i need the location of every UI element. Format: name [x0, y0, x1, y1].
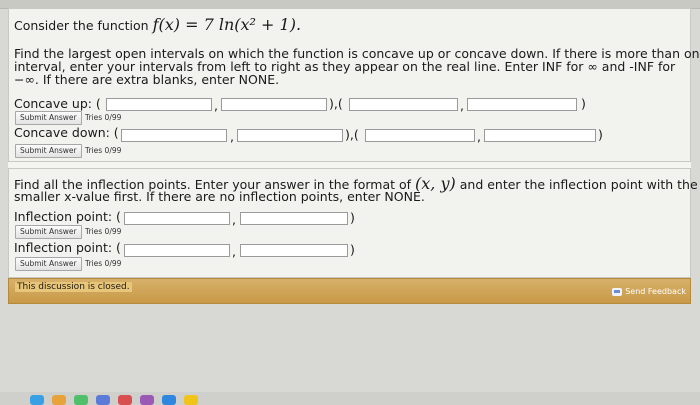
tries-counter: Tries 0/99 — [85, 113, 122, 122]
concave-down-label: Concave down: ( — [14, 125, 119, 140]
inflection-point1-x-input[interactable] — [124, 212, 230, 225]
app-icon[interactable] — [162, 395, 176, 405]
app-icon[interactable] — [74, 395, 88, 405]
comma: , — [460, 98, 464, 113]
app-icon[interactable] — [52, 395, 66, 405]
instruction-line-3: −∞. If there are extra blanks, enter NON… — [14, 72, 280, 87]
concave-down-interval2-start-input[interactable] — [365, 129, 475, 142]
app-icon[interactable] — [140, 395, 154, 405]
feedback-icon — [612, 287, 623, 296]
discussion-closed-text: This discussion is closed. — [15, 282, 132, 292]
submit-answer-button[interactable]: Submit Answer — [15, 225, 82, 239]
interval-separator: ),( — [329, 96, 343, 111]
concave-up-interval2-start-input[interactable] — [349, 98, 458, 111]
question-intro: Consider the function f(x) = 7 ln(x² + 1… — [14, 15, 301, 34]
dock-strip — [0, 392, 700, 405]
app-icon[interactable] — [96, 395, 110, 405]
comma: , — [477, 129, 481, 144]
concave-down-interval2-end-input[interactable] — [484, 129, 596, 142]
inflection-point2-x-input[interactable] — [124, 244, 230, 257]
concave-down-interval1-start-input[interactable] — [121, 129, 227, 142]
close-paren: ) — [581, 96, 586, 111]
inflection-point-label: Inflection point: ( — [14, 209, 121, 224]
inflection-point1-y-input[interactable] — [240, 212, 348, 225]
close-paren: ) — [350, 210, 355, 225]
instruction-text: and enter the inflection point with the — [459, 177, 698, 192]
app-icon[interactable] — [184, 395, 198, 405]
submit-answer-button[interactable]: Submit Answer — [15, 111, 82, 125]
close-paren: ) — [350, 242, 355, 257]
comma: , — [232, 212, 236, 227]
intro-text: Consider the function — [14, 18, 149, 33]
interval-separator: ),( — [345, 127, 359, 142]
submit-answer-button[interactable]: Submit Answer — [15, 144, 82, 158]
comma: , — [232, 244, 236, 259]
close-paren: ) — [598, 127, 603, 142]
comma: , — [214, 98, 218, 113]
send-feedback-link[interactable]: Send Feedback — [612, 287, 686, 296]
tries-counter: Tries 0/99 — [85, 146, 122, 155]
function-expression: f(x) = 7 ln(x² + 1). — [152, 15, 302, 34]
question-inflection: Find all the inflection points. Enter yo… — [8, 168, 698, 278]
inflection-point-label: Inflection point: ( — [14, 240, 121, 255]
concave-up-interval1-start-input[interactable] — [106, 98, 212, 111]
app-icon[interactable] — [30, 395, 44, 405]
tries-counter: Tries 0/99 — [85, 227, 122, 236]
concave-up-label: Concave up: ( — [14, 96, 101, 111]
inflection-point2-y-input[interactable] — [240, 244, 348, 257]
submit-answer-button[interactable]: Submit Answer — [15, 257, 82, 271]
concave-down-interval1-end-input[interactable] — [237, 129, 343, 142]
problem-panel: Consider the function f(x) = 7 ln(x² + 1… — [8, 8, 700, 278]
question-concavity: Consider the function f(x) = 7 ln(x² + 1… — [8, 8, 700, 162]
tries-counter: Tries 0/99 — [85, 259, 122, 268]
inflection-instructions-line-2: smaller x-value first. If there are no i… — [14, 189, 425, 204]
comma: , — [230, 129, 234, 144]
concave-up-interval2-end-input[interactable] — [467, 98, 577, 111]
concave-up-interval1-end-input[interactable] — [221, 98, 327, 111]
discussion-closed-bar: This discussion is closed. Send Feedback — [8, 278, 691, 304]
app-icon[interactable] — [118, 395, 132, 405]
send-feedback-label: Send Feedback — [625, 287, 686, 296]
